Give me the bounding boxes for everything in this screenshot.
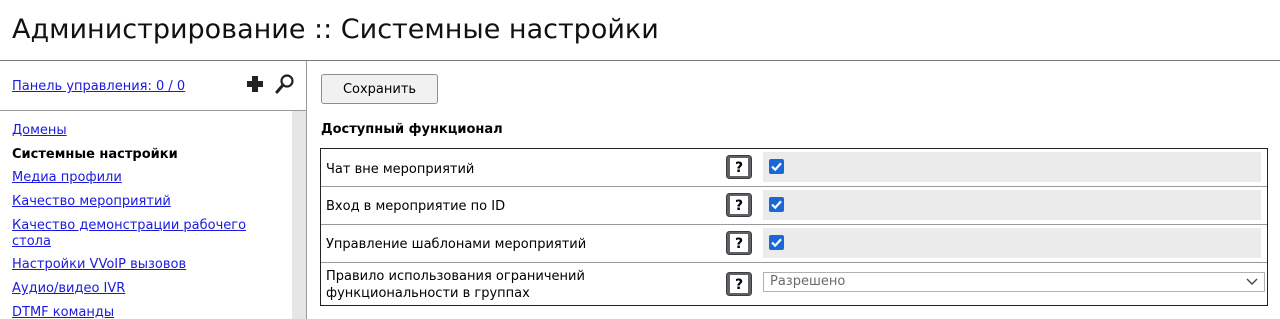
help-icon[interactable]: ? bbox=[726, 231, 752, 255]
templates-checkbox[interactable] bbox=[769, 235, 784, 250]
svg-text:?: ? bbox=[735, 198, 743, 214]
checkmark-icon bbox=[771, 162, 782, 172]
setting-row-templates: Управление шаблонами мероприятий ? bbox=[321, 224, 1267, 263]
svg-text:?: ? bbox=[735, 277, 743, 293]
page-title: Администрирование :: Системные настройки bbox=[12, 14, 659, 45]
sidebar-item-label: Системные настройки bbox=[12, 146, 178, 162]
setting-label-line2: функциональности в группах bbox=[326, 286, 530, 301]
sidebar-item-label[interactable]: Аудио/видео IVR bbox=[12, 281, 125, 296]
sidebar-item-conference-quality[interactable]: Качество мероприятий bbox=[12, 194, 287, 210]
group-restrictions-select[interactable]: Разрешено bbox=[763, 272, 1265, 292]
sidebar-item-label[interactable]: Домены bbox=[12, 123, 67, 138]
sidebar-item-label[interactable]: Медиа профили bbox=[12, 170, 122, 185]
sidebar-item-system-settings: Системные настройки bbox=[12, 147, 287, 163]
setting-label: Управление шаблонами мероприятий bbox=[326, 237, 587, 252]
svg-text:?: ? bbox=[735, 160, 743, 176]
setting-row-chat: Чат вне мероприятий ? bbox=[321, 149, 1267, 186]
save-button[interactable]: Сохранить bbox=[321, 74, 438, 104]
search-icon[interactable] bbox=[274, 73, 296, 95]
sidebar-item-label[interactable]: Качество мероприятий bbox=[12, 194, 171, 209]
section-title: Доступный функционал bbox=[321, 122, 503, 137]
setting-value-cell bbox=[763, 190, 1261, 220]
sidebar-item-dtmf-commands[interactable]: DTMF команды bbox=[12, 305, 287, 319]
setting-label-line1: Правило использования ограничений bbox=[326, 269, 585, 284]
dashboard-link[interactable]: Панель управления: 0 / 0 bbox=[12, 79, 185, 94]
sidebar-item-label[interactable]: DTMF команды bbox=[12, 305, 114, 319]
settings-table: Чат вне мероприятий ? Вход в мероприятие… bbox=[320, 148, 1268, 306]
checkmark-icon bbox=[771, 238, 782, 248]
sidebar-header: Панель управления: 0 / 0 bbox=[0, 61, 306, 111]
setting-row-group-restrictions: Правило использования ограничений функци… bbox=[321, 262, 1267, 306]
chevron-down-icon bbox=[1246, 278, 1258, 285]
sidebar: Панель управления: 0 / 0 Домены Системны… bbox=[0, 61, 307, 319]
svg-text:?: ? bbox=[735, 236, 743, 252]
plus-icon[interactable] bbox=[244, 73, 266, 95]
chat-checkbox[interactable] bbox=[769, 159, 784, 174]
setting-value-cell bbox=[763, 152, 1261, 182]
sidebar-item-label[interactable]: Настройки VVoIP вызовов bbox=[12, 257, 186, 272]
sidebar-item-media-profiles[interactable]: Медиа профили bbox=[12, 170, 287, 186]
help-icon[interactable]: ? bbox=[726, 272, 752, 296]
sidebar-nav: Домены Системные настройки Медиа профили… bbox=[12, 123, 287, 319]
sidebar-item-desktop-sharing-quality[interactable]: Качество демонстрации рабочего стола bbox=[12, 218, 287, 250]
sidebar-item-vvoip-settings[interactable]: Настройки VVoIP вызовов bbox=[12, 257, 287, 273]
sidebar-item-domains[interactable]: Домены bbox=[12, 123, 287, 139]
setting-label: Чат вне мероприятий bbox=[326, 162, 475, 177]
select-value: Разрешено bbox=[770, 274, 846, 289]
setting-label: Вход в мероприятие по ID bbox=[326, 199, 506, 214]
sidebar-scrollbar[interactable] bbox=[292, 111, 306, 319]
setting-label-multiline: Правило использования ограничений функци… bbox=[326, 268, 585, 302]
sidebar-item-label[interactable]: Качество демонстрации рабочего стола bbox=[12, 218, 246, 249]
join-by-id-checkbox[interactable] bbox=[769, 197, 784, 212]
checkmark-icon bbox=[771, 200, 782, 210]
sidebar-item-av-ivr[interactable]: Аудио/видео IVR bbox=[12, 281, 287, 297]
help-icon[interactable]: ? bbox=[726, 193, 752, 217]
setting-row-join-by-id: Вход в мероприятие по ID ? bbox=[321, 186, 1267, 225]
setting-value-cell bbox=[763, 228, 1261, 258]
help-icon[interactable]: ? bbox=[726, 155, 752, 179]
